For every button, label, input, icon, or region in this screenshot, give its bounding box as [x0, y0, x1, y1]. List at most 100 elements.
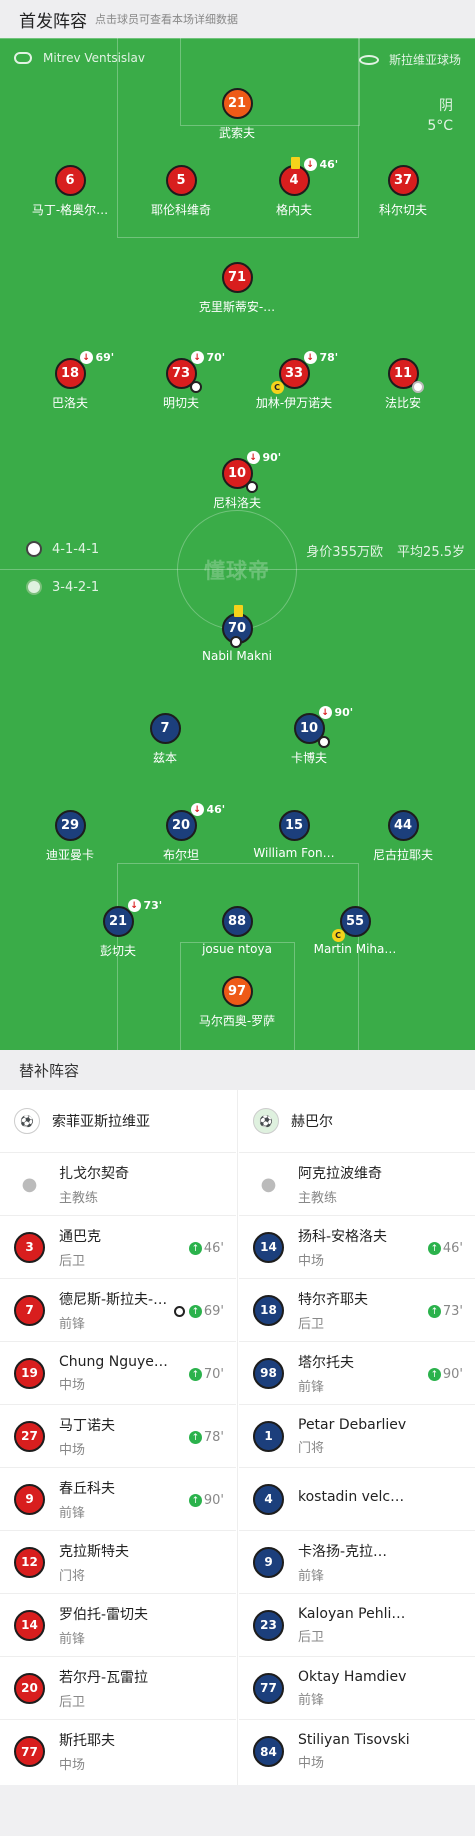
player-number: 55 C — [331, 906, 371, 942]
bench-player[interactable]: 14 罗伯托-雷切夫 前锋 — [0, 1594, 236, 1657]
sub-out: ↓ 73' — [127, 899, 162, 912]
away-coach[interactable]: ● 阿克拉波维奇 主教练 — [239, 1153, 475, 1216]
captain-icon: C — [331, 929, 345, 942]
player-number: 29 — [54, 810, 86, 841]
bench-number: 20 — [14, 1672, 45, 1704]
bench-player[interactable]: 20 若尔丹-瓦雷拉 后卫 — [0, 1657, 236, 1720]
yellow-card-icon — [290, 157, 300, 169]
bench-player[interactable]: 84 Stiliyan Tisovski 中场 — [239, 1720, 475, 1783]
bench-name: 马丁诺夫 — [59, 1417, 115, 1434]
bench-position: 中场 — [298, 1253, 325, 1269]
watermark: 懂球帝 — [204, 559, 270, 583]
home-crest-icon: ⚽ — [14, 1108, 40, 1134]
bench-player[interactable]: 27 马丁诺夫 中场 ↑ 78' — [0, 1405, 236, 1468]
bench-name: Stiliyan Tisovski — [298, 1732, 410, 1748]
bench-number: 14 — [253, 1231, 284, 1263]
away-player-55[interactable]: 55 C Martin Miha… — [290, 906, 420, 956]
player-name: 兹本 — [152, 751, 177, 765]
player-name: 武索夫 — [218, 126, 255, 140]
away-team-name: 赫巴尔 — [291, 1114, 333, 1130]
bench-position: 后卫 — [59, 1694, 86, 1710]
player-name: 耶伦科维奇 — [150, 203, 211, 217]
bench-player[interactable]: 7 德尼斯-斯拉夫-… 前锋 ↑ 69' — [0, 1279, 236, 1342]
player-number: 88 — [221, 906, 253, 937]
bench-name: 卡洛扬-克拉… — [298, 1543, 388, 1560]
bench-name: 克拉斯特夫 — [59, 1543, 129, 1560]
player-number: 21 — [221, 88, 253, 119]
bench-name: 扬科-安格洛夫 — [298, 1228, 388, 1245]
home-player-21[interactable]: 21 武索夫 — [172, 88, 302, 141]
bench-player[interactable]: 12 克拉斯特夫 门将 — [0, 1531, 236, 1594]
bench-player[interactable]: 4 kostadin velc… — [239, 1468, 475, 1531]
bench-player[interactable]: 23 Kaloyan Pehli… 后卫 — [239, 1594, 475, 1657]
bench-number: 23 — [253, 1609, 284, 1641]
away-formation-text: 3-4-2-1 — [52, 579, 100, 595]
bench-player[interactable]: 9 卡洛扬-克拉… 前锋 — [239, 1531, 475, 1594]
home-bench: ⚽ 索菲亚斯拉维亚 ● 扎戈尔契奇 主教练 3 通巴克 后卫 ↑ 46' 7 德尼斯-… — [0, 1090, 236, 1785]
bench-number: 3 — [14, 1231, 45, 1263]
sub-out-icon: ↓ — [79, 351, 93, 364]
coach-avatar-icon: ● — [260, 1173, 277, 1195]
player-name: 马尔西奥-罗萨 — [198, 1014, 276, 1028]
player-number: 10 ↓ 90' — [293, 706, 353, 748]
sub-out-icon: ↓ — [318, 706, 332, 719]
bench-number: 27 — [14, 1420, 45, 1452]
home-player-10[interactable]: 10 ↓ 90' 尼科洛夫 — [172, 451, 302, 511]
temperature: 5°C — [427, 118, 453, 134]
player-number: 73 ↓ 70' — [165, 351, 225, 393]
bench-number: 84 — [253, 1736, 284, 1767]
away-player-10[interactable]: 10 ↓ 90' 卡博夫 — [244, 706, 374, 766]
home-coach[interactable]: ● 扎戈尔契奇 主教练 — [0, 1153, 236, 1216]
home-player-71[interactable]: 71 克里斯蒂安-… — [172, 262, 302, 315]
player-number: 44 — [387, 810, 419, 841]
sub-in: ↑ 46' — [427, 1241, 463, 1256]
goal-ball-icon — [173, 1306, 185, 1317]
lineup-header: 首发阵容 点击球员可查看本场详细数据 — [0, 0, 475, 38]
bench-player[interactable]: 19 Chung Nguye… 中场 ↑ 70' — [0, 1342, 236, 1405]
bench-player[interactable]: 98 塔尔托夫 前锋 ↑ 90' — [239, 1342, 475, 1405]
away-crest-icon — [26, 579, 42, 595]
sub-out-icon: ↓ — [190, 351, 204, 364]
away-player-20[interactable]: 20 ↓ 46' 布尔坦 — [116, 803, 246, 863]
player-number: 71 — [221, 262, 253, 293]
bench-player[interactable]: 77 Oktay Hamdiev 前锋 — [239, 1657, 475, 1720]
home-player-73[interactable]: 73 ↓ 70' 明切夫 — [116, 351, 246, 411]
bench-player[interactable]: 77 斯托耶夫 中场 — [0, 1720, 236, 1783]
home-player-11[interactable]: 11 法比安 — [338, 358, 468, 411]
away-player-7[interactable]: 7 兹本 — [100, 713, 230, 766]
bench-player[interactable]: 18 特尔齐耶夫 后卫 ↑ 73' — [239, 1279, 475, 1342]
away-player-44[interactable]: 44 尼古拉耶夫 — [338, 810, 468, 863]
bench-player[interactable]: 14 扬科-安格洛夫 中场 ↑ 46' — [239, 1216, 475, 1279]
lineup-hint: 点击球员可查看本场详细数据 — [95, 13, 238, 26]
away-formation: 3-4-2-1 — [26, 579, 99, 595]
bench-position: 后卫 — [59, 1253, 86, 1269]
coach-name: 阿克拉波维奇 — [298, 1165, 382, 1182]
home-average-age: 平均25.5岁 — [397, 545, 465, 560]
player-name: 科尔切夫 — [378, 203, 427, 217]
away-player-88[interactable]: 88 josue ntoya — [172, 906, 302, 956]
player-name: josue ntoya — [202, 942, 272, 956]
home-player-5[interactable]: 5 耶伦科维奇 — [116, 165, 246, 218]
home-player-37[interactable]: 37 科尔切夫 — [338, 165, 468, 218]
away-player-97[interactable]: 97 马尔西奥-罗萨 — [172, 976, 302, 1029]
bench-player[interactable]: 3 通巴克 后卫 ↑ 46' — [0, 1216, 236, 1279]
bench-player[interactable]: 9 春丘科夫 前锋 ↑ 90' — [0, 1468, 236, 1531]
bench-player[interactable]: 1 Petar Debarliev 门将 — [239, 1405, 475, 1468]
player-number: 4 ↓ 46' — [278, 157, 338, 196]
home-team-name: 索菲亚斯拉维亚 — [52, 1114, 150, 1130]
sub-out: ↓ 78' — [303, 351, 338, 364]
away-player-70[interactable]: 70 Nabil Makni — [172, 605, 302, 663]
bench-number: 9 — [14, 1483, 45, 1515]
subs-header: 替补阵容 — [0, 1050, 475, 1090]
away-player-21[interactable]: 21 ↓ 73' 彭切夫 — [53, 899, 183, 959]
venue-name: 斯拉维亚球场 — [388, 53, 461, 67]
sub-out: ↓ 46' — [303, 158, 338, 171]
bench-number: 98 — [253, 1357, 284, 1389]
bench-name: 春丘科夫 — [59, 1480, 115, 1497]
lineup-title: 首发阵容 — [19, 11, 87, 32]
bench-position: 后卫 — [298, 1316, 325, 1332]
sub-out: ↓ 70' — [190, 351, 225, 364]
home-formation-text: 4-1-4-1 — [52, 541, 100, 557]
sub-out: ↓ 90' — [318, 706, 353, 719]
bench-name: 若尔丹-瓦雷拉 — [59, 1669, 149, 1686]
